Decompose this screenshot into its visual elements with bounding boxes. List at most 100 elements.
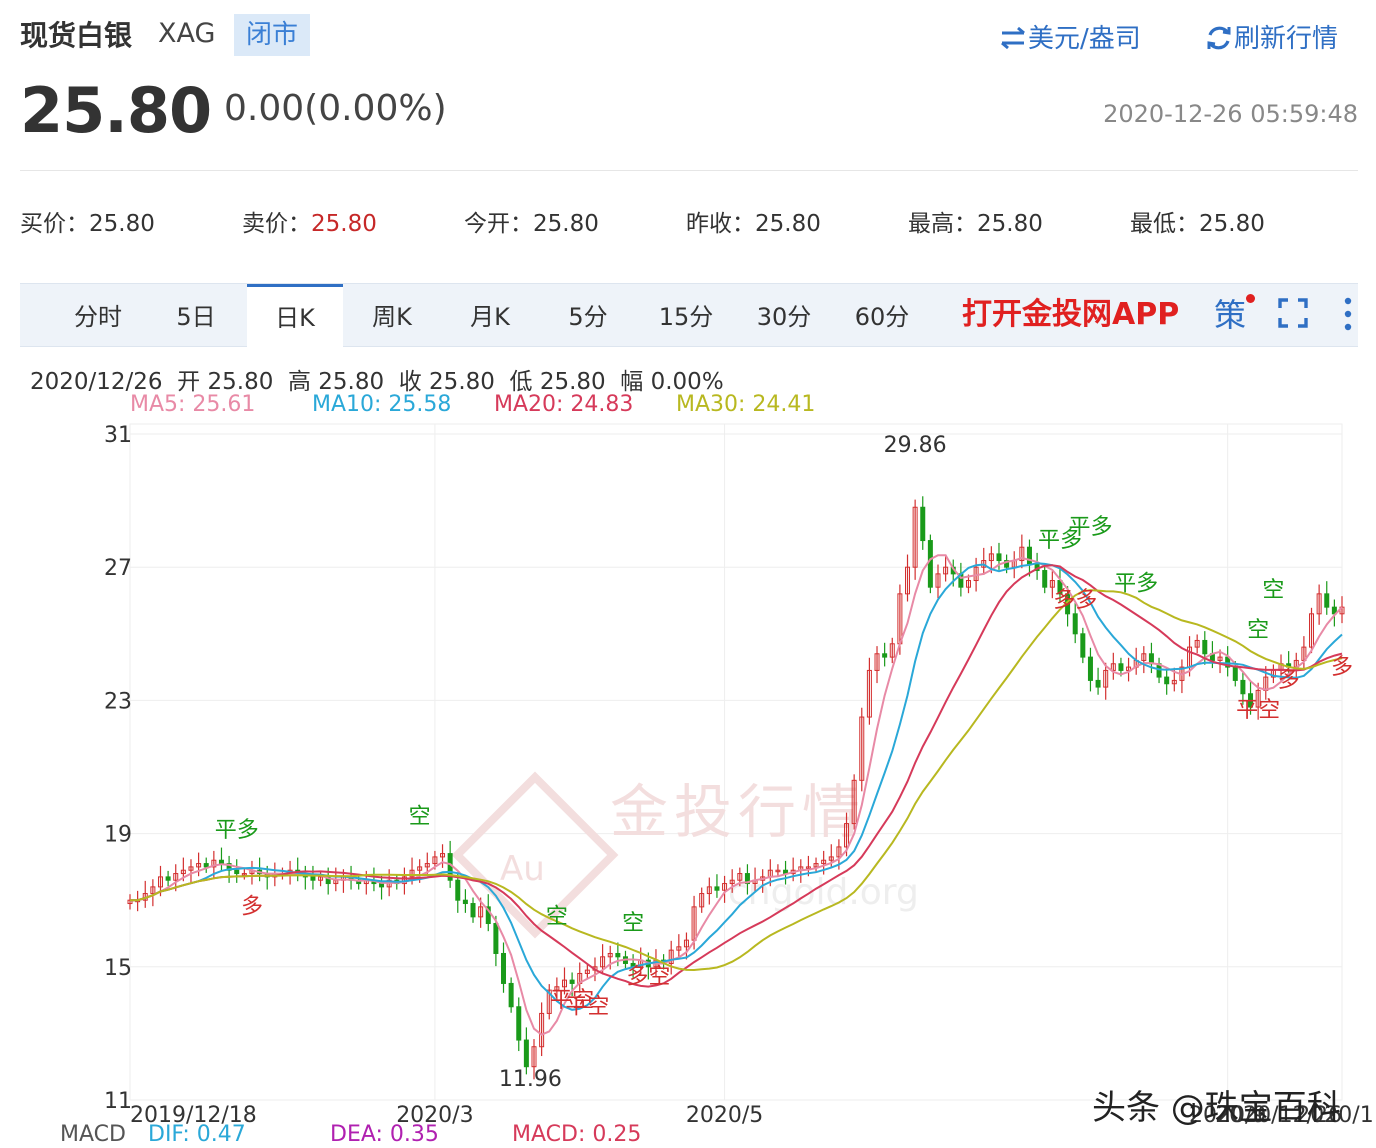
quote-high: 最高：25.80 [908,204,1043,238]
candle-body [310,876,316,881]
candle-body [920,506,926,542]
chart-url-watermark: cngold.org [728,872,919,913]
candle-body [1202,639,1208,655]
source-watermark: 头条 @珠宝百科 [1092,1088,1341,1128]
tab-monthly-k[interactable]: 月K [446,284,534,346]
ma10-legend: MA10: 25.58 [312,392,452,417]
candle-body [516,1006,522,1041]
swap-icon [1001,26,1025,50]
tab-15min[interactable]: 15分 [640,284,732,346]
refresh-label: 刷新行情 [1234,24,1339,54]
trade-signal: 平多 [1038,528,1082,553]
trade-signal: 多 [1278,668,1300,693]
tab-30min[interactable]: 30分 [738,284,830,346]
tab-daily-k[interactable]: 日K [247,284,343,348]
header-divider [20,170,1358,171]
quote-open: 今开：25.80 [464,204,599,238]
candle-body [493,923,499,954]
candle-body [1072,613,1078,635]
trade-signal: 空 [622,911,644,936]
refresh-link[interactable]: 刷新行情 [1204,18,1338,55]
candle-body [1118,663,1124,671]
instrument-code: XAG [158,18,216,49]
candle-body [1026,546,1032,565]
trade-signal: 平多 [1114,572,1158,597]
period-tabs: 分时 5日 日K 周K 月K 5分 15分 30分 60分 打开金投网APP 策 [20,283,1358,348]
open-app-link[interactable]: 打开金投网APP [962,284,1179,346]
quote-prev-close: 昨收：25.80 [686,204,821,238]
candle-body [523,1039,529,1068]
quote-low: 最低：25.80 [1130,204,1265,238]
quote-bid-label: 买价： [20,211,89,237]
quote-low-value: 25.80 [1199,211,1265,237]
ma20-line [130,564,1343,988]
chart-brand-watermark: 金投行情 [610,778,866,846]
candle-body [882,653,888,658]
quote-high-value: 25.80 [977,211,1043,237]
ohlc-summary: 2020/12/26 开 25.80 高 25.80 收 25.80 低 25.… [30,369,724,395]
candle-body [996,553,1002,562]
tab-5day[interactable]: 5日 [152,284,240,346]
trade-signal: 空 [1262,578,1284,603]
trade-signal: 空 [1247,618,1269,643]
quote-low-label: 最低： [1130,211,1199,237]
candle-body [1324,593,1330,608]
currency-switch-label: 美元/盎司 [1028,24,1141,54]
quote-open-label: 今开： [464,211,533,237]
high-annotation: 29.86 [884,433,947,458]
tab-weekly-k[interactable]: 周K [348,284,436,346]
candle-body [615,952,621,958]
macd-value-legend: MACD: 0.25 [512,1122,642,1147]
low-annotation: 11.96 [499,1067,562,1092]
candle-body [927,540,933,588]
price-change: 0.00(0.00%) [224,88,447,129]
candle-body [1080,633,1086,658]
macd-title: MACD [60,1122,126,1147]
dif-legend: DIF: 0.47 [148,1122,246,1147]
candle-body [569,979,575,984]
quote-bid: 买价：25.80 [20,204,155,238]
tab-intraday[interactable]: 分时 [54,284,142,346]
currency-switch-link[interactable]: 美元/盎司 [998,18,1141,55]
y-tick-label: 23 [104,689,132,714]
chart-badge-watermark: Au [500,849,545,889]
quote-ask: 卖价：25.80 [242,204,377,238]
notification-dot [1246,294,1255,303]
trade-signal: 平空 [1236,698,1280,723]
candle-body [1087,656,1093,681]
quote-ask-label: 卖价： [242,211,311,237]
trade-signal: 多 [1331,655,1353,680]
candle-body [1095,679,1101,688]
y-tick-label: 27 [104,556,132,581]
trade-signal: 多空 [626,964,670,989]
tab-5min[interactable]: 5分 [544,284,632,346]
y-tick-label: 15 [104,956,132,981]
quote-high-label: 最高： [908,211,977,237]
y-tick-label: 11 [104,1089,132,1114]
trade-signal: 平空 [565,994,609,1019]
quote-bid-value: 25.80 [89,211,155,237]
candle-body [203,863,209,868]
ma20-legend: MA20: 24.83 [494,392,634,417]
candle-body [1240,679,1246,695]
fullscreen-icon[interactable] [1278,298,1308,328]
current-price: 25.80 [20,74,212,147]
market-status-badge: 闭市 [234,14,310,56]
quote-prev-close-value: 25.80 [755,211,821,237]
strategy-button[interactable]: 策 [1214,284,1246,346]
refresh-icon [1207,26,1231,50]
candle-body [379,883,385,888]
candle-body [165,876,171,881]
candle-body [470,903,476,918]
candle-body [501,952,507,984]
x-tick-label: 2020/5 [686,1103,763,1128]
candle-body [1164,676,1170,685]
candle-body [218,859,224,865]
tab-60min[interactable]: 60分 [836,284,928,346]
kline-chart[interactable]: 3127231915112019/12/18 2020/3 2020/5 2020/9… [0,0,1376,1148]
candle-body [1232,666,1238,681]
candle-body [1042,570,1048,588]
quote-ask-value: 25.80 [311,211,377,237]
ma30-legend: MA30: 24.41 [676,392,816,417]
more-icon[interactable] [1338,296,1358,332]
